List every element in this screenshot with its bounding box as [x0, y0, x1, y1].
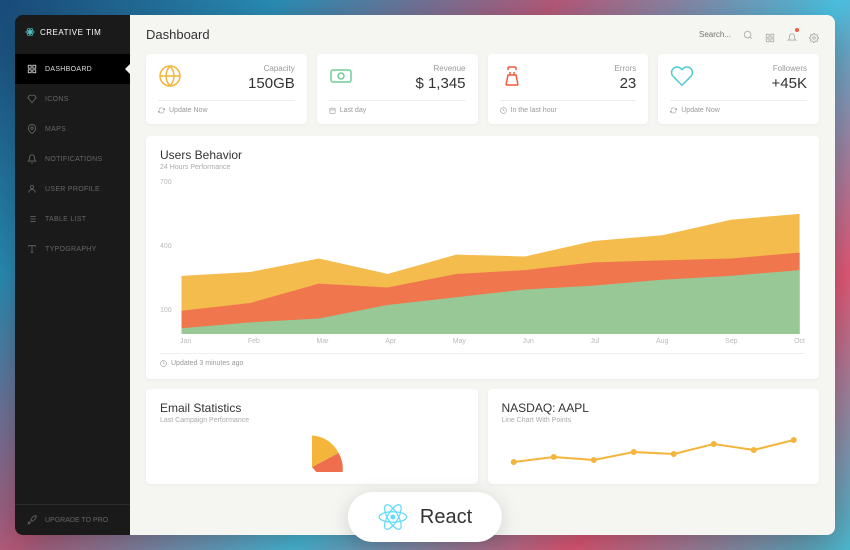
nav-user-profile[interactable]: USER PROFILE	[15, 174, 130, 204]
clock-icon	[500, 107, 507, 114]
heart-icon	[670, 64, 694, 88]
panel-subtitle: Line Chart With Points	[502, 417, 806, 424]
brand-logo-icon	[25, 27, 35, 37]
calendar-icon	[329, 107, 336, 114]
line-chart	[502, 432, 806, 472]
refresh-icon	[158, 107, 165, 114]
notification-badge	[795, 28, 799, 32]
brand-name: CREATIVE TIM	[40, 28, 101, 37]
panel-title: Email Statistics	[160, 401, 464, 415]
area-chart: 700 400 100	[160, 179, 805, 334]
main-content: Dashboard Capacity 150GB Update Now	[130, 15, 835, 535]
panel-subtitle: 24 Hours Performance	[160, 164, 805, 171]
card-label: Revenue	[415, 64, 465, 73]
search-icon[interactable]	[743, 30, 753, 40]
card-value: 150GB	[248, 75, 295, 92]
bell-icon	[27, 154, 37, 164]
pin-icon	[27, 124, 37, 134]
card-label: Followers	[772, 64, 807, 73]
upgrade-link[interactable]: UPGRADE TO PRO	[15, 504, 130, 535]
grid-icon[interactable]	[765, 30, 775, 40]
nav-label: TYPOGRAPHY	[45, 246, 97, 253]
panel-title: NASDAQ: AAPL	[502, 401, 806, 415]
nav-label: ICONS	[45, 96, 69, 103]
panel-footer-text: Updated 3 minutes ago	[171, 360, 243, 367]
list-icon	[27, 214, 37, 224]
card-footer-text[interactable]: Update Now	[681, 107, 720, 114]
nav-icons[interactable]: ICONS	[15, 84, 130, 114]
card-footer-text: Last day	[340, 107, 366, 114]
dashboard-icon	[27, 64, 37, 74]
card-label: Errors	[614, 64, 636, 73]
stat-card-followers: Followers +45K Update Now	[658, 54, 819, 124]
nav-label: DASHBOARD	[45, 66, 92, 73]
nav: DASHBOARD ICONS MAPS NOTIFICATIONS USER …	[15, 49, 130, 504]
react-badge: React	[348, 492, 502, 542]
nav-typography[interactable]: TYPOGRAPHY	[15, 234, 130, 264]
email-stats-panel: Email Statistics Last Campaign Performan…	[146, 389, 478, 484]
nav-label: TABLE LIST	[45, 216, 86, 223]
diamond-icon	[27, 94, 37, 104]
y-axis: 700 400 100	[160, 179, 172, 314]
clock-icon	[160, 360, 167, 367]
stat-card-revenue: Revenue $ 1,345 Last day	[317, 54, 478, 124]
sidebar: CREATIVE TIM DASHBOARD ICONS MAPS NOTIFI…	[15, 15, 130, 535]
money-icon	[329, 64, 353, 88]
stat-card-errors: Errors 23 In the last hour	[488, 54, 649, 124]
nav-maps[interactable]: MAPS	[15, 114, 130, 144]
stat-cards: Capacity 150GB Update Now Revenue $ 1,345 …	[146, 54, 819, 124]
page-title: Dashboard	[146, 27, 210, 42]
card-value: $ 1,345	[415, 75, 465, 92]
nav-label: USER PROFILE	[45, 186, 100, 193]
panel-title: Users Behavior	[160, 148, 805, 162]
nav-table-list[interactable]: TABLE LIST	[15, 204, 130, 234]
card-value: +45K	[772, 75, 807, 92]
card-footer-text[interactable]: Update Now	[169, 107, 208, 114]
x-axis: JanFebMarAprMayJunJulAugSepOct	[160, 334, 805, 345]
nav-label: MAPS	[45, 126, 66, 133]
upgrade-label: UPGRADE TO PRO	[45, 517, 108, 524]
search-input[interactable]	[699, 30, 739, 39]
nasdaq-panel: NASDAQ: AAPL Line Chart With Points	[488, 389, 820, 484]
type-icon	[27, 244, 37, 254]
chart-svg	[160, 179, 805, 334]
pie-chart	[160, 432, 464, 472]
brand: CREATIVE TIM	[15, 15, 130, 49]
refresh-icon	[670, 107, 677, 114]
gear-icon[interactable]	[809, 30, 819, 40]
nav-label: NOTIFICATIONS	[45, 156, 102, 163]
panel-subtitle: Last Campaign Performance	[160, 417, 464, 424]
nav-notifications[interactable]: NOTIFICATIONS	[15, 144, 130, 174]
react-logo-icon	[378, 502, 408, 532]
search	[699, 30, 753, 40]
card-footer-text: In the last hour	[511, 107, 557, 114]
globe-icon	[158, 64, 182, 88]
topbar-actions	[699, 30, 819, 40]
stat-card-capacity: Capacity 150GB Update Now	[146, 54, 307, 124]
card-label: Capacity	[248, 64, 295, 73]
bell-icon[interactable]	[787, 30, 797, 40]
topbar: Dashboard	[146, 27, 819, 42]
nav-dashboard[interactable]: DASHBOARD	[15, 54, 130, 84]
bottom-panels: Email Statistics Last Campaign Performan…	[146, 389, 819, 494]
rocket-icon	[27, 515, 37, 525]
user-icon	[27, 184, 37, 194]
react-label: React	[420, 506, 472, 529]
users-behavior-panel: Users Behavior 24 Hours Performance 700 …	[146, 136, 819, 379]
card-value: 23	[614, 75, 636, 92]
warning-icon	[500, 64, 524, 88]
